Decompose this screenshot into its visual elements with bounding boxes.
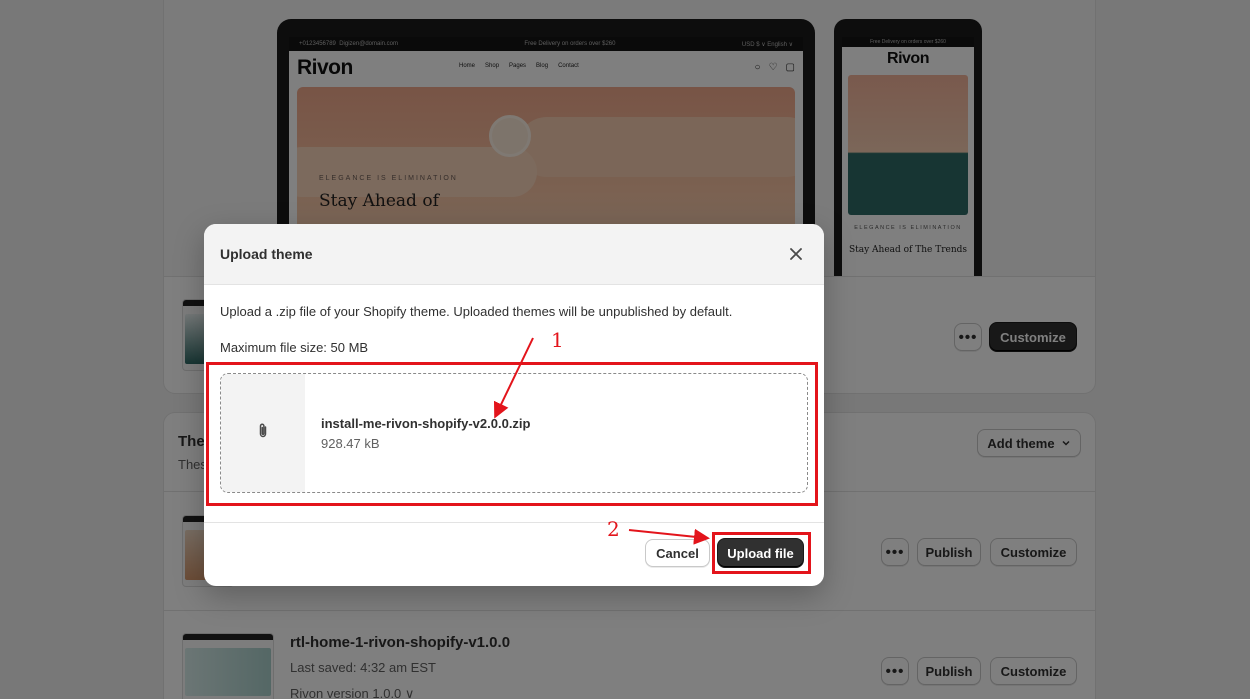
- modal-title: Upload theme: [220, 246, 313, 262]
- annotation-box-file: [206, 362, 818, 506]
- cancel-button[interactable]: Cancel: [645, 539, 710, 567]
- max-file-size: Maximum file size: 50 MB: [220, 340, 369, 355]
- annotation-step-1: 1: [551, 328, 564, 352]
- annotation-box-upload: [712, 532, 811, 574]
- modal-description: Upload a .zip file of your Shopify theme…: [220, 304, 733, 319]
- annotation-step-2: 2: [607, 517, 620, 541]
- modal-header: Upload theme: [204, 224, 824, 285]
- close-icon[interactable]: [784, 242, 808, 266]
